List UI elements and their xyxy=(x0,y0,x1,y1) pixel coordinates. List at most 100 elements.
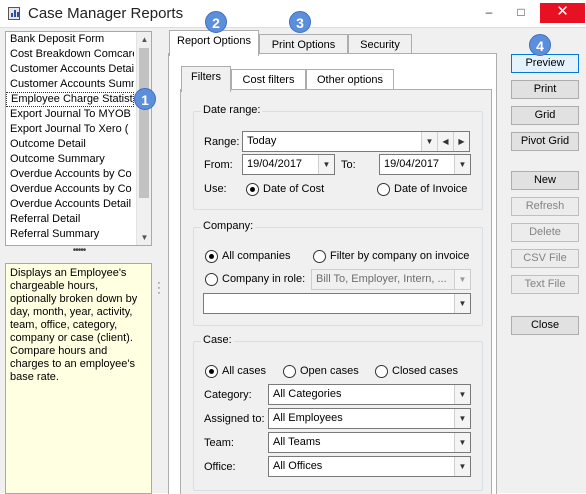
list-item[interactable]: Bank Deposit Form xyxy=(6,32,134,47)
app-icon xyxy=(8,7,20,20)
scroll-down-icon[interactable]: ▼ xyxy=(137,230,151,245)
chevron-down-icon[interactable]: ▼ xyxy=(318,155,334,174)
open-cases-radio[interactable]: Open cases xyxy=(283,365,359,378)
all-cases-radio[interactable]: All cases xyxy=(205,365,266,378)
new-button[interactable]: New xyxy=(511,171,579,190)
print-button[interactable]: Print xyxy=(511,80,579,99)
company-title: Company: xyxy=(201,220,256,232)
company-in-role-radio[interactable]: Company in role: xyxy=(205,273,305,286)
report-description: Displays an Employee's chargeable hours,… xyxy=(5,263,152,494)
report-list[interactable]: Bank Deposit Form Cost Breakdown Comcare C… xyxy=(5,31,152,246)
list-item[interactable]: Export Journal To Xero ( xyxy=(6,122,134,137)
to-label: To: xyxy=(341,159,356,171)
delete-button[interactable]: Delete xyxy=(511,223,579,242)
grid-button[interactable]: Grid xyxy=(511,106,579,125)
minimize-button[interactable]: – xyxy=(476,3,502,23)
closed-cases-label: Closed cases xyxy=(392,365,459,377)
scroll-thumb[interactable] xyxy=(139,48,149,198)
assigned-to-select[interactable]: All Employees ▼ xyxy=(268,408,471,429)
refresh-button[interactable]: Refresh xyxy=(511,197,579,216)
text-file-button[interactable]: Text File xyxy=(511,275,579,294)
close-button[interactable]: Close xyxy=(511,316,579,335)
tab-cost-filters[interactable]: Cost filters xyxy=(231,69,306,90)
radio-selected-icon xyxy=(246,183,259,196)
chevron-down-icon[interactable]: ▼ xyxy=(454,155,470,174)
list-item[interactable]: Customer Accounts Detail xyxy=(6,62,134,77)
csv-file-button[interactable]: CSV File xyxy=(511,249,579,268)
preview-button[interactable]: Preview xyxy=(511,54,579,73)
all-cases-label: All cases xyxy=(222,365,267,377)
tab-filters[interactable]: Filters xyxy=(181,66,231,92)
list-item[interactable]: Referral Summary xyxy=(6,227,134,242)
radio-icon xyxy=(313,250,326,263)
chevron-down-icon[interactable]: ▼ xyxy=(421,132,437,151)
radio-selected-icon xyxy=(205,250,218,263)
list-description-splitter[interactable]: ••••• xyxy=(69,246,89,256)
scroll-up-icon[interactable]: ▲ xyxy=(137,32,151,47)
list-item[interactable]: Overdue Accounts by Co xyxy=(6,182,134,197)
window-title: Case Manager Reports xyxy=(28,5,184,22)
report-window: Bank Deposit Form Cost Breakdown Comcare C… xyxy=(0,27,586,494)
company-select[interactable]: ▼ xyxy=(203,293,471,314)
list-item[interactable]: Export Journal To MYOB xyxy=(6,107,134,122)
list-item[interactable]: Customer Accounts Summary xyxy=(6,77,134,92)
range-value: Today xyxy=(247,135,277,147)
from-date-value: 19/04/2017 xyxy=(247,158,303,170)
team-value: All Teams xyxy=(273,436,321,448)
office-select[interactable]: All Offices ▼ xyxy=(268,456,471,477)
from-date-picker[interactable]: 19/04/2017 ▼ xyxy=(242,154,335,175)
radio-icon xyxy=(375,365,388,378)
list-item[interactable]: Referral Detail xyxy=(6,212,134,227)
from-label: From: xyxy=(204,159,233,171)
chevron-down-icon[interactable]: ▼ xyxy=(454,433,470,452)
previous-range-icon[interactable]: ◀ xyxy=(437,132,453,151)
panel-splitter[interactable]: · · · xyxy=(156,278,162,299)
category-select[interactable]: All Categories ▼ xyxy=(268,384,471,405)
close-window-button[interactable]: ✕ xyxy=(540,3,585,23)
use-label: Use: xyxy=(204,183,227,195)
report-list-scrollbar[interactable]: ▲ ▼ xyxy=(136,32,151,245)
date-of-cost-radio[interactable]: Date of Cost xyxy=(246,183,324,196)
all-companies-radio[interactable]: All companies xyxy=(205,250,290,263)
chevron-down-icon[interactable]: ▼ xyxy=(454,294,470,313)
radio-selected-icon xyxy=(205,365,218,378)
list-item[interactable]: Cost Breakdown Comcare xyxy=(6,47,134,62)
tab-report-options[interactable]: Report Options xyxy=(169,30,259,56)
range-label: Range: xyxy=(204,136,240,148)
chevron-down-icon[interactable]: ▼ xyxy=(454,270,470,289)
closed-cases-radio[interactable]: Closed cases xyxy=(375,365,458,378)
list-item[interactable]: Outcome Detail xyxy=(6,137,134,152)
range-select[interactable]: Today ▼ ◀ ▶ xyxy=(242,131,470,152)
list-item[interactable]: Overdue Accounts by Co xyxy=(6,167,134,182)
category-label: Category: xyxy=(204,389,252,401)
maximize-button[interactable]: □ xyxy=(508,3,534,23)
all-companies-label: All companies xyxy=(222,250,291,262)
date-of-invoice-label: Date of Invoice xyxy=(394,183,468,195)
office-label: Office: xyxy=(204,461,236,473)
tab-other-options[interactable]: Other options xyxy=(306,69,394,90)
list-item[interactable]: Outcome Summary xyxy=(6,152,134,167)
date-of-invoice-radio[interactable]: Date of Invoice xyxy=(377,183,467,196)
team-select[interactable]: All Teams ▼ xyxy=(268,432,471,453)
assigned-to-label: Assigned to: xyxy=(204,413,265,425)
filter-company-invoice-label: Filter by company on invoice xyxy=(330,250,470,262)
pivot-grid-button[interactable]: Pivot Grid xyxy=(511,132,579,151)
list-item[interactable]: Overdue Accounts Detail xyxy=(6,197,134,212)
radio-icon xyxy=(377,183,390,196)
date-of-cost-label: Date of Cost xyxy=(263,183,325,195)
next-range-icon[interactable]: ▶ xyxy=(453,132,469,151)
to-date-picker[interactable]: 19/04/2017 ▼ xyxy=(379,154,471,175)
list-item[interactable]: Employee Charge Statistics xyxy=(6,92,134,107)
assigned-to-value: All Employees xyxy=(273,412,343,424)
chevron-down-icon[interactable]: ▼ xyxy=(454,385,470,404)
callout-badge-1: 1 xyxy=(134,88,156,110)
filter-company-invoice-radio[interactable]: Filter by company on invoice xyxy=(313,250,469,263)
chevron-down-icon[interactable]: ▼ xyxy=(454,409,470,428)
team-label: Team: xyxy=(204,437,234,449)
company-role-select[interactable]: Bill To, Employer, Intern, ... ▼ xyxy=(311,269,471,290)
category-value: All Categories xyxy=(273,388,342,400)
date-range-title: Date range: xyxy=(201,104,263,116)
chevron-down-icon[interactable]: ▼ xyxy=(454,457,470,476)
company-role-value: Bill To, Employer, Intern, ... xyxy=(316,273,447,285)
company-in-role-label: Company in role: xyxy=(222,273,306,285)
